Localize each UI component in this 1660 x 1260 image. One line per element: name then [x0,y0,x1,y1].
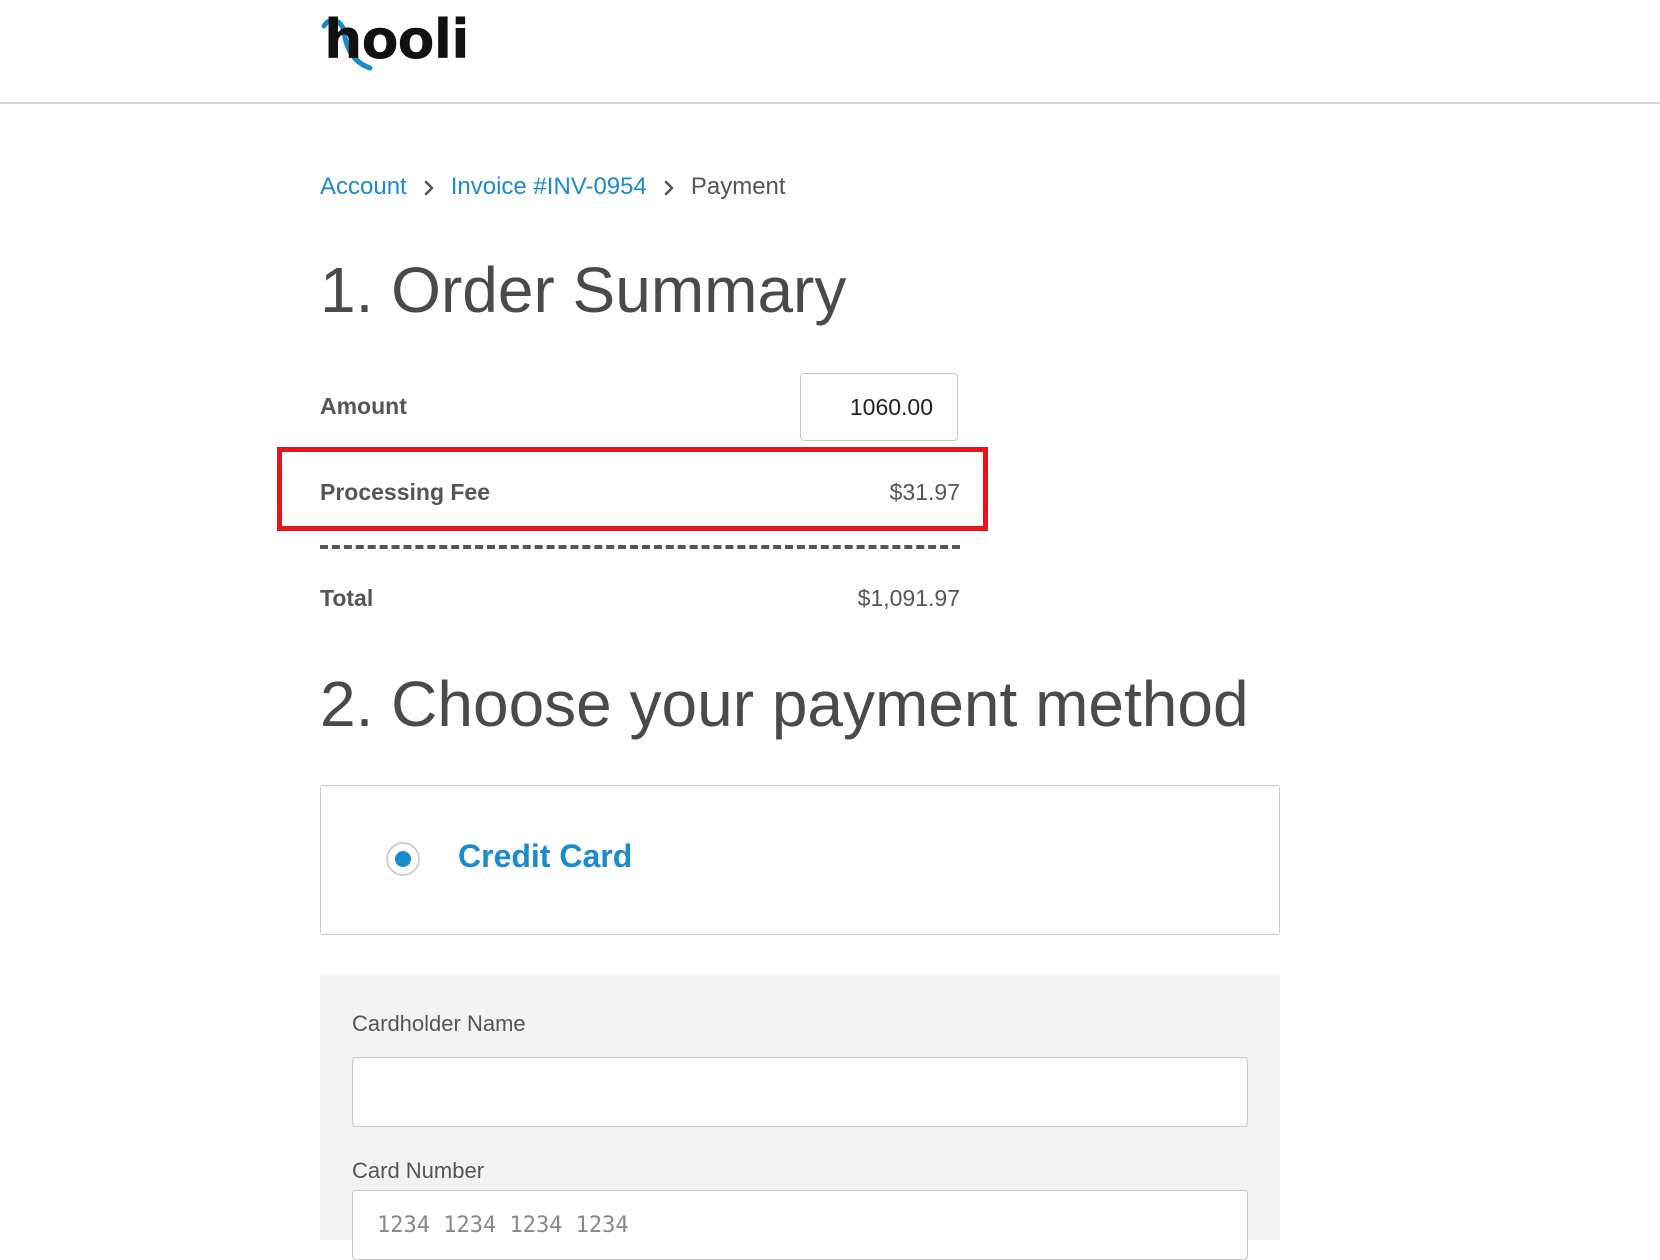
credit-card-option[interactable]: Credit Card [320,785,1280,935]
cardholder-name-input[interactable] [352,1057,1248,1127]
processing-fee-label: Processing Fee [320,479,491,505]
credit-card-label: Credit Card [458,838,633,874]
processing-fee-value: $31.97 [889,479,960,505]
total-value: $1,091.97 [857,585,960,611]
hooli-logo[interactable]: hooli [320,8,490,72]
radio-selected-dot [395,851,411,867]
total-label: Total [320,585,374,611]
breadcrumb-payment: Payment [690,173,786,200]
order-summary-title: 1. Order Summary [320,254,847,326]
logo-text: hooli [324,8,470,71]
credit-card-radio[interactable] [386,842,420,876]
amount-label: Amount [320,393,407,419]
chevron-right-icon [647,173,691,201]
cardholder-name-label: Cardholder Name [352,1011,526,1036]
breadcrumb: Account Invoice #INV-0954 Payment [320,170,786,204]
card-number-label: Card Number [352,1158,485,1183]
chevron-right-icon [407,173,451,201]
card-number-input[interactable] [352,1190,1248,1260]
card-details-panel: Cardholder Name Card Number [320,975,1280,1260]
top-header: hooli [0,0,1660,104]
payment-method-title: 2. Choose your payment method [320,668,1249,740]
amount-input[interactable] [800,373,958,441]
summary-divider [320,545,960,549]
breadcrumb-invoice[interactable]: Invoice #INV-0954 [451,173,647,201]
breadcrumb-account[interactable]: Account [320,173,407,201]
